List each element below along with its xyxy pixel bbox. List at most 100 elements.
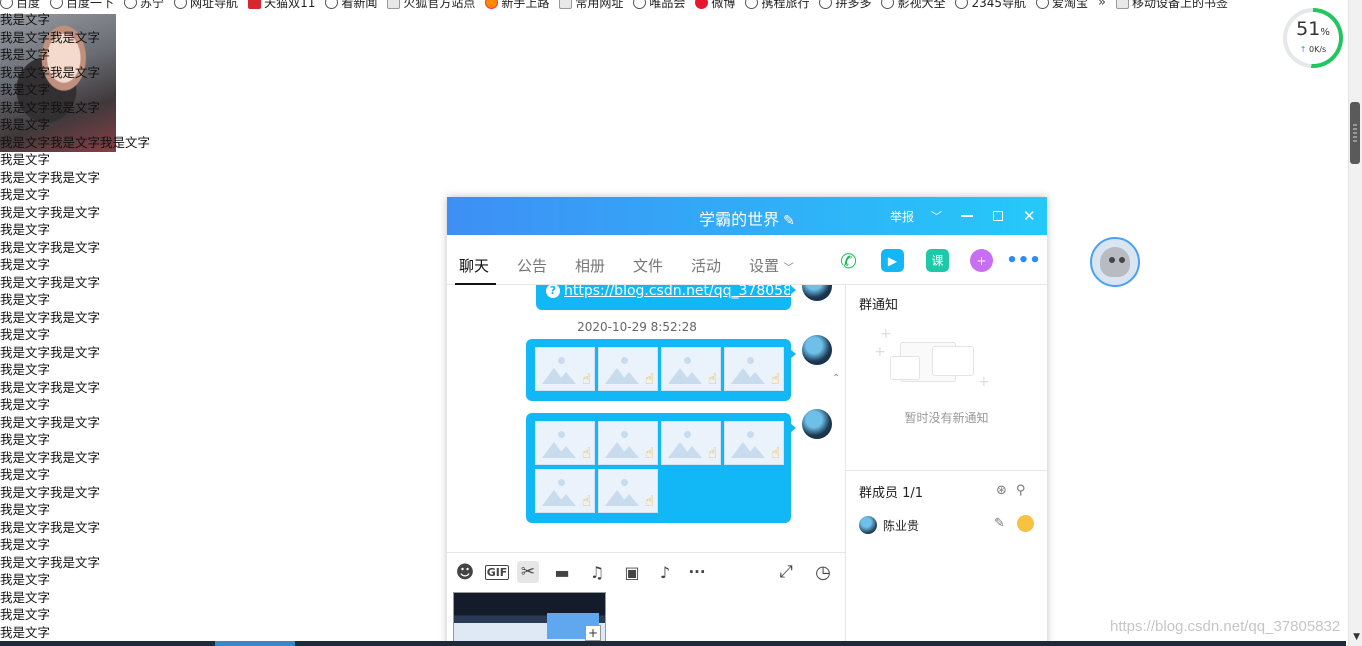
bookmark-item[interactable]: 看新闻 — [325, 0, 377, 11]
network-speed-widget[interactable]: 51% ↑ 0K/s — [1283, 8, 1343, 68]
chevron-down-icon[interactable]: ﹀ — [931, 197, 942, 235]
help-icon: ? — [546, 285, 560, 298]
weibo-icon — [695, 0, 709, 9]
side-divider — [846, 470, 1047, 471]
minimize-button[interactable] — [961, 197, 973, 235]
sender-avatar[interactable] — [802, 409, 832, 439]
bookmark-item[interactable]: 爱淘宝 — [1036, 0, 1088, 11]
bookmark-item[interactable]: 携程旅行 — [745, 0, 809, 11]
mobile-icon — [1116, 0, 1130, 9]
search-icon[interactable]: ⚲ — [1016, 483, 1026, 498]
screenshot-scissors-icon[interactable]: ✂ — [517, 561, 539, 583]
text-line: 我是文字我是文字 — [0, 379, 101, 395]
bookmark-item[interactable]: 百度一下 — [50, 0, 114, 11]
bookmark-label: 网址导航 — [190, 0, 239, 10]
text-line: 我是文字我是文字 — [0, 344, 101, 360]
bookmark-item[interactable]: 百度 — [0, 0, 40, 11]
chevron-down-icon: ﹀ — [783, 263, 794, 274]
image-thumbnail[interactable]: ☝ — [535, 469, 595, 513]
tab-announcement[interactable]: 公告 — [517, 255, 547, 276]
member-row[interactable]: 陈业贵 ✎ — [859, 515, 1039, 536]
scrollbar-thumb[interactable] — [1350, 102, 1360, 164]
bookmark-item[interactable]: 2345导航 — [955, 0, 1026, 11]
image-icon[interactable]: ▣ — [621, 561, 643, 583]
video-call-icon[interactable]: ▶ — [881, 249, 904, 272]
speed-percent: 51 — [1296, 18, 1321, 40]
scroll-down-arrow-icon[interactable]: ▼ — [1353, 632, 1360, 642]
sender-avatar[interactable] — [802, 335, 832, 365]
bookmark-item[interactable]: 唯品会 — [633, 0, 685, 11]
image-thumbnail[interactable]: ☝ — [598, 421, 658, 465]
tab-activity[interactable]: 活动 — [691, 255, 721, 276]
bookmark-item[interactable]: 微博 — [695, 0, 735, 11]
bookmark-item[interactable]: 新手上路 — [485, 0, 549, 11]
maximize-button[interactable] — [993, 197, 1003, 235]
member-avatar[interactable] — [859, 516, 877, 534]
bookmark-item[interactable]: 移动设备上的书签 — [1116, 0, 1228, 11]
edit-title-icon[interactable]: ✎ — [783, 213, 795, 229]
notice-title: 群通知 — [859, 298, 899, 313]
folder-icon[interactable]: ▬ — [551, 561, 573, 583]
text-line: 我是文字 — [0, 117, 51, 132]
image-message-bubble[interactable]: ☝ ☝ ☝ ☝ ☝ ☝ — [526, 413, 796, 523]
page-scrollbar[interactable]: ▼ — [1348, 0, 1362, 646]
link-message-bubble[interactable]: ? https://blog.csdn.net/qq_37805832 — [536, 285, 810, 310]
hand-pointer-icon: ☝ — [707, 370, 717, 388]
tab-album[interactable]: 相册 — [575, 255, 605, 276]
bookmark-item[interactable]: 影视大全 — [881, 0, 945, 11]
course-icon[interactable]: 课 — [926, 249, 949, 272]
more-bookmarks-icon[interactable]: » — [1098, 0, 1106, 10]
globe-icon — [0, 0, 13, 9]
close-button[interactable]: ✕ — [1023, 197, 1036, 235]
image-thumbnail[interactable]: ☝ — [661, 347, 721, 391]
speed-rate: 0K/s — [1309, 45, 1327, 54]
bookmark-item[interactable]: 火狐官方站点 — [387, 0, 475, 11]
bell-icon[interactable]: ♪ — [654, 561, 676, 583]
hand-pointer-icon: ☝ — [707, 444, 717, 462]
image-thumbnail[interactable]: ☝ — [724, 347, 784, 391]
more-icon[interactable]: ••• — [1006, 249, 1041, 272]
tab-settings[interactable]: 设置 ﹀ — [749, 255, 794, 276]
bookmark-item[interactable]: 拼多多 — [819, 0, 871, 11]
tab-chat[interactable]: 聊天 — [459, 255, 489, 276]
text-line: 我是文字我是文字 — [0, 204, 101, 220]
hand-pointer-icon: ☝ — [644, 492, 654, 510]
image-thumbnail[interactable]: ☝ — [535, 421, 595, 465]
history-clock-icon[interactable]: ◷ — [812, 561, 834, 583]
expand-icon[interactable]: ⤢ — [775, 561, 797, 583]
members-title: 群成员 1/1 — [859, 486, 924, 501]
bookmark-item[interactable]: 网址导航 — [174, 0, 238, 11]
image-thumbnail[interactable]: ☝ — [661, 421, 721, 465]
message-input[interactable]: + — [447, 590, 845, 646]
gif-icon[interactable]: GIF — [484, 561, 510, 583]
globe-icon — [633, 0, 647, 9]
bookmark-item[interactable]: 常用网址 — [559, 0, 623, 11]
hand-pointer-icon: ☝ — [644, 444, 654, 462]
message-link[interactable]: https://blog.csdn.net/qq_37805832 — [564, 285, 810, 299]
text-line: 我是文字 — [0, 362, 51, 377]
text-line: 我是文字我是文字我是文字 — [0, 134, 151, 150]
floating-qq-avatar[interactable] — [1090, 237, 1140, 287]
bookmark-item[interactable]: 天猫双11 — [248, 0, 315, 11]
bookmark-item[interactable]: 苏宁 — [124, 0, 164, 11]
more-tools-icon[interactable]: ··· — [686, 561, 708, 583]
pasted-screenshot[interactable]: + — [453, 592, 606, 644]
report-button[interactable]: 举报 — [890, 197, 914, 235]
text-line: 我是文字我是文字 — [0, 484, 101, 500]
text-line: 我是文字我是文字 — [0, 449, 101, 465]
chat-titlebar[interactable]: 学霸的世界 ✎ 举报 ﹀ ✕ — [447, 197, 1047, 235]
image-thumbnail[interactable]: ☝ — [598, 469, 658, 513]
edit-icon[interactable]: ✎ — [994, 516, 1005, 531]
phone-call-icon[interactable]: ✆ — [837, 249, 860, 273]
music-icon[interactable]: ♫ — [586, 561, 608, 583]
image-thumbnail[interactable]: ☝ — [535, 347, 595, 391]
tab-files[interactable]: 文件 — [633, 255, 663, 276]
scroll-up-icon[interactable]: ⌃ — [832, 373, 840, 384]
add-app-icon[interactable]: + — [970, 249, 993, 272]
image-thumbnail[interactable]: ☝ — [598, 347, 658, 391]
member-settings-icon[interactable]: ⊛ — [996, 483, 1007, 498]
emoji-icon[interactable]: ☻ — [454, 561, 476, 583]
message-area[interactable]: ? https://blog.csdn.net/qq_37805832 2020… — [447, 285, 845, 552]
image-thumbnail[interactable]: ☝ — [724, 421, 784, 465]
image-message-bubble[interactable]: ☝ ☝ ☝ ☝ — [526, 339, 796, 401]
